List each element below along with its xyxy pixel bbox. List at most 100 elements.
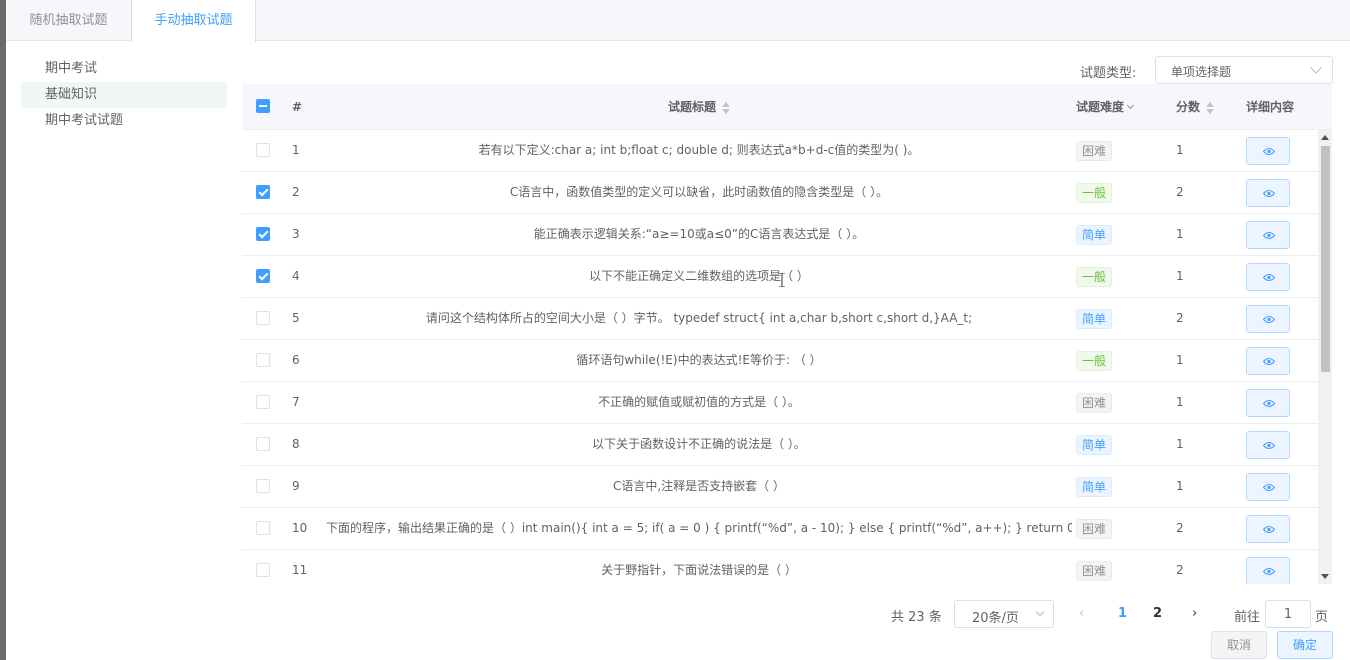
row-checkbox[interactable]: [256, 353, 270, 367]
row-title: 若有以下定义:char a; int b;float c; double d; …: [478, 143, 920, 157]
eye-icon: [1263, 526, 1275, 533]
header-index: #: [292, 100, 303, 114]
row-checkbox[interactable]: [256, 269, 270, 283]
tab-random[interactable]: 随机抽取试题: [6, 0, 131, 41]
page-2[interactable]: 2: [1153, 606, 1162, 621]
difficulty-tag: 困难: [1076, 561, 1113, 581]
cancel-button[interactable]: 取消: [1211, 631, 1267, 659]
row-title: 请问这个结构体所占的空间大小是（ ）字节。 typedef struct{ in…: [425, 311, 973, 325]
view-detail-button[interactable]: [1246, 389, 1290, 417]
row-checkbox[interactable]: [256, 185, 270, 199]
difficulty-tag: 简单: [1076, 435, 1113, 455]
eye-icon: [1263, 358, 1275, 365]
view-detail-button[interactable]: [1246, 557, 1290, 584]
goto-label: 前往: [1234, 610, 1261, 625]
row-checkbox[interactable]: [256, 227, 270, 241]
question-type-value: 单项选择题: [1171, 65, 1232, 79]
tree-item-midterm-questions[interactable]: 期中考试试题: [21, 108, 227, 134]
confirm-button[interactable]: 确定: [1277, 631, 1333, 659]
select-all-checkbox[interactable]: [256, 99, 270, 113]
table-row[interactable]: 5 请问这个结构体所占的空间大小是（ ）字节。 typedef struct{ i…: [242, 298, 1318, 340]
eye-icon: [1263, 274, 1275, 281]
row-title: C语言中，函数值类型的定义可以缺省，此时函数值的隐含类型是（ ）。: [509, 185, 889, 199]
row-score: 1: [1176, 437, 1184, 451]
row-title: 关于野指针，下面说法错误的是（ ）: [601, 563, 797, 577]
row-score: 1: [1176, 353, 1184, 367]
page-size-select[interactable]: 20条/页: [954, 600, 1054, 628]
eye-icon: [1263, 190, 1275, 197]
view-detail-button[interactable]: [1246, 263, 1290, 291]
tab-bar: 随机抽取试题 手动抽取试题: [6, 0, 1350, 42]
row-score: 2: [1176, 563, 1184, 577]
view-detail-button[interactable]: [1246, 179, 1290, 207]
row-title: 以下关于函数设计不正确的说法是（ ）。: [592, 437, 806, 451]
row-checkbox[interactable]: [256, 437, 270, 451]
table-header: # 试题标题 试题难度 分数 详细内容: [242, 84, 1332, 130]
header-score[interactable]: 分数: [1176, 84, 1215, 130]
page-1[interactable]: 1: [1118, 606, 1127, 621]
row-checkbox[interactable]: [256, 143, 270, 157]
row-checkbox[interactable]: [256, 311, 270, 325]
row-checkbox[interactable]: [256, 395, 270, 409]
goto-page-input[interactable]: [1265, 600, 1311, 628]
row-score: 1: [1176, 227, 1184, 241]
view-detail-button[interactable]: [1246, 431, 1290, 459]
view-detail-button[interactable]: [1246, 221, 1290, 249]
eye-icon: [1263, 484, 1275, 491]
row-score: 2: [1176, 521, 1184, 535]
difficulty-tag: 一般: [1076, 183, 1113, 203]
view-detail-button[interactable]: [1246, 473, 1290, 501]
scroll-thumb[interactable]: [1321, 146, 1330, 372]
filter-caret-icon[interactable]: [1126, 101, 1135, 110]
header-difficulty[interactable]: 试题难度: [1076, 84, 1135, 130]
scroll-up-icon[interactable]: [1321, 135, 1329, 140]
row-score: 2: [1176, 185, 1184, 199]
row-index: 2: [292, 185, 300, 199]
row-title: 以下不能正确定义二维数组的选项是（ ）: [589, 269, 809, 283]
eye-icon: [1263, 232, 1275, 239]
row-checkbox[interactable]: [256, 479, 270, 493]
row-score: 1: [1176, 269, 1184, 283]
next-page-icon[interactable]: ›: [1192, 606, 1197, 621]
view-detail-button[interactable]: [1246, 305, 1290, 333]
table-row[interactable]: 7 不正确的赋值或赋初值的方式是（ ）。 困难 1: [242, 382, 1318, 424]
difficulty-tag: 一般: [1076, 267, 1113, 287]
view-detail-button[interactable]: [1246, 347, 1290, 375]
tree-item-basics[interactable]: 基础知识: [21, 82, 227, 108]
text-cursor-icon: [779, 273, 785, 287]
row-index: 10: [292, 521, 308, 535]
row-index: 6: [292, 353, 300, 367]
header-title[interactable]: 试题标题: [326, 84, 1072, 130]
chevron-down-icon: [1310, 62, 1322, 74]
question-dialog: 随机抽取试题 手动抽取试题 期中考试 基础知识 期中考试试题 试题类型: 单项选…: [6, 0, 1350, 660]
goto-suffix: 页: [1315, 610, 1329, 625]
row-index: 1: [292, 143, 300, 157]
table-row[interactable]: 2 C语言中，函数值类型的定义可以缺省，此时函数值的隐含类型是（ ）。 一般 2: [242, 172, 1318, 214]
eye-icon: [1263, 400, 1275, 407]
prev-page-icon[interactable]: ‹: [1079, 606, 1084, 621]
table-row[interactable]: 1 若有以下定义:char a; int b;float c; double d;…: [242, 130, 1318, 172]
row-checkbox[interactable]: [256, 521, 270, 535]
sort-icon[interactable]: [722, 101, 730, 115]
table-row[interactable]: 8 以下关于函数设计不正确的说法是（ ）。 简单 1: [242, 424, 1318, 466]
row-score: 1: [1176, 143, 1184, 157]
header-detail: 详细内容: [1246, 100, 1295, 114]
table-row[interactable]: 3 能正确表示逻辑关系:“a≥=10或a≤0”的C语言表达式是（ ）。 简单 1: [242, 214, 1318, 256]
view-detail-button[interactable]: [1246, 137, 1290, 165]
table-row[interactable]: 11 关于野指针，下面说法错误的是（ ） 困难 2: [242, 550, 1318, 584]
question-type-select[interactable]: 单项选择题: [1155, 56, 1333, 84]
tree-item-midterm[interactable]: 期中考试: [21, 56, 227, 82]
scroll-down-icon[interactable]: [1321, 574, 1329, 579]
table-row[interactable]: 10 下面的程序，输出结果正确的是（ ）int main(){ int a = 5…: [242, 508, 1318, 550]
sort-icon[interactable]: [1206, 101, 1215, 115]
difficulty-tag: 困难: [1076, 519, 1113, 539]
tab-manual[interactable]: 手动抽取试题: [131, 0, 256, 42]
row-checkbox[interactable]: [256, 563, 270, 577]
view-detail-button[interactable]: [1246, 515, 1290, 543]
row-score: 1: [1176, 479, 1184, 493]
table-scrollbar[interactable]: [1318, 130, 1332, 584]
table-row[interactable]: 6 循环语句while(!E)中的表达式!E等价于: （ ） 一般 1: [242, 340, 1318, 382]
eye-icon: [1263, 316, 1275, 323]
row-title: 下面的程序，输出结果正确的是（ ）int main(){ int a = 5; …: [326, 521, 1072, 535]
table-row[interactable]: 9 C语言中,注释是否支持嵌套（ ） 简单 1: [242, 466, 1318, 508]
